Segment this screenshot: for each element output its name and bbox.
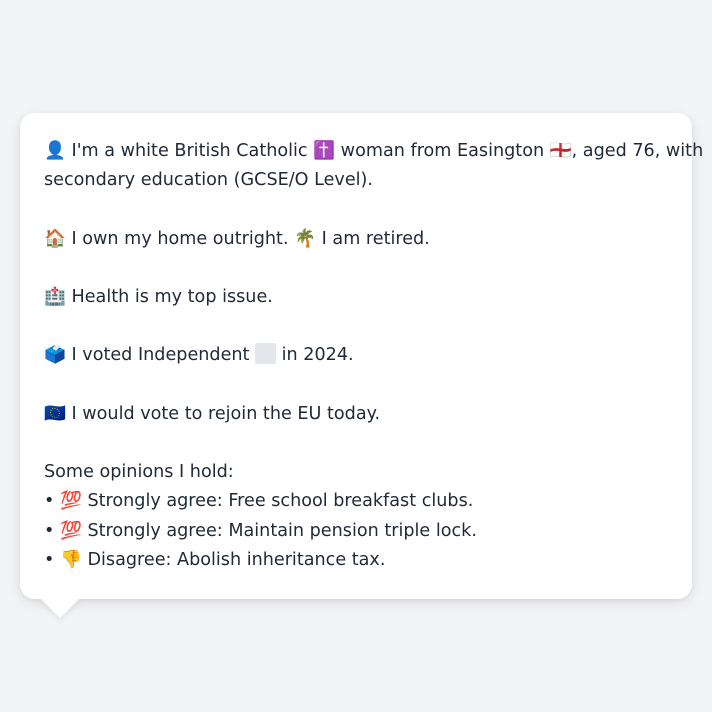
opinions-heading: Some opinions I hold: xyxy=(44,462,234,483)
eu-line: 🇪🇺 I would vote to rejoin the EU today. xyxy=(44,403,381,424)
party-color-swatch xyxy=(255,343,277,365)
speech-bubble-tail xyxy=(40,598,80,618)
opinion-item: • 👎 Disagree: Abolish inheritance tax. xyxy=(44,549,386,570)
home-line: 🏠 I own my home outright. 🌴 I am retired… xyxy=(44,228,430,249)
intro-line-continued: secondary education (GCSE/O Level). xyxy=(44,170,373,191)
vote-line-suffix: in 2024. xyxy=(281,345,354,366)
vote-line: 🗳️ I voted Independent in 2024. xyxy=(44,341,668,370)
opinion-item: • 💯 Strongly agree: Maintain pension tri… xyxy=(44,520,477,541)
opinion-item: • 💯 Strongly agree: Free school breakfas… xyxy=(44,491,474,512)
vote-line-prefix: 🗳️ I voted Independent xyxy=(44,345,250,366)
intro-line: 👤 I'm a white British Catholic ✝️ woman … xyxy=(44,141,704,161)
persona-card: 👤 I'm a white British Catholic ✝️ woman … xyxy=(20,113,704,599)
issue-line: 🏥 Health is my top issue. xyxy=(44,286,273,307)
